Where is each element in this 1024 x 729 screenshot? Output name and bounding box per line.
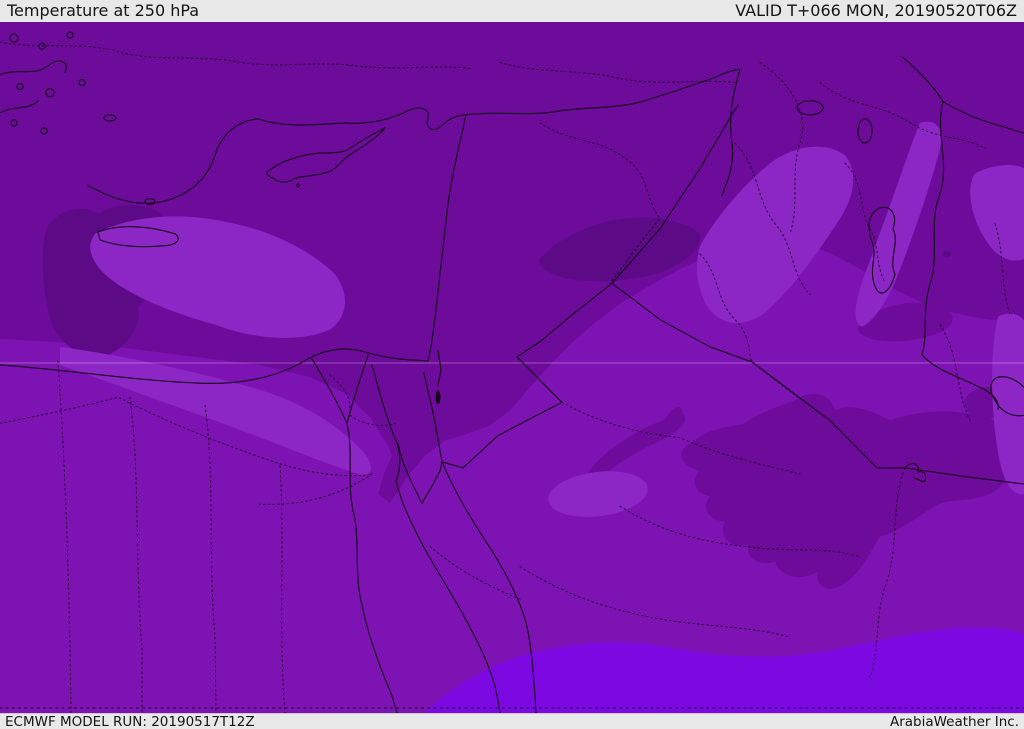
temp-fill-coldest-dot (943, 250, 951, 258)
credit-label: ArabiaWeather Inc. (889, 713, 1019, 729)
temperature-map (0, 22, 1024, 713)
dead-sea (435, 390, 441, 405)
header-bar: Temperature at 250 hPa VALID T+066 MON, … (0, 0, 1024, 22)
weather-map-product: Temperature at 250 hPa VALID T+066 MON, … (0, 0, 1024, 729)
valid-time-label: VALID T+066 MON, 20190520T06Z (735, 1, 1017, 20)
map-canvas (0, 22, 1024, 713)
footer-bar: ECMWF MODEL RUN: 20190517T12Z ArabiaWeat… (0, 713, 1024, 729)
map-title: Temperature at 250 hPa (7, 1, 200, 20)
model-run-label: ECMWF MODEL RUN: 20190517T12Z (5, 713, 255, 729)
